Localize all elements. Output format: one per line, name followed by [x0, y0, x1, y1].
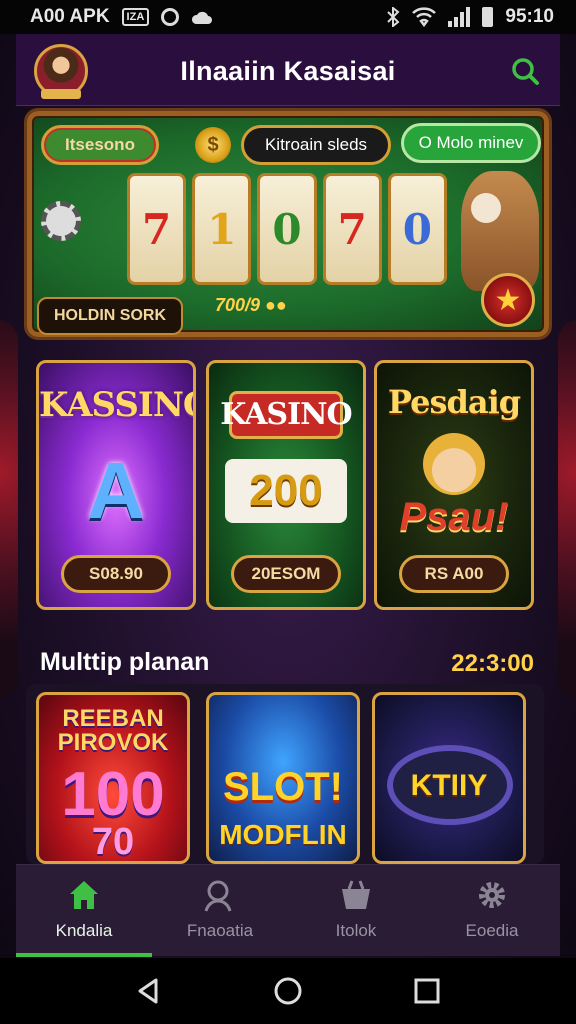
bottom-nav: Kndalia Fnaoatia Itolok Eoedia — [16, 864, 560, 957]
game-value-button[interactable]: 20ESOM — [231, 555, 341, 593]
back-icon[interactable] — [132, 974, 166, 1008]
game-card-pesdaig[interactable]: Pesdaig Psau! RS A00 — [374, 360, 534, 610]
nav-item-shop[interactable]: Itolok — [288, 865, 424, 957]
reel-5: 0 — [387, 173, 448, 285]
nav-item-settings[interactable]: Eoedia — [424, 865, 560, 957]
nav-label: Eoedia — [465, 921, 519, 940]
game-card-reeban[interactable]: REEBAN PIROVOK 100 70 — [36, 692, 190, 864]
recents-icon[interactable] — [410, 974, 444, 1008]
page-title: Ilnaaiin Kasaisai — [180, 56, 396, 86]
hero-pill-center[interactable]: Kitroain sleds — [241, 125, 391, 165]
right-roulette-decor — [558, 320, 576, 700]
game-title: SLOT! — [223, 765, 343, 809]
game-card-ktiiy[interactable]: KTIIY — [372, 692, 526, 864]
reel-symbol: 1 — [207, 204, 237, 254]
avatar-badge — [41, 89, 81, 99]
status-badge: IZA — [121, 8, 150, 26]
game-emblem: Psau! — [399, 495, 509, 539]
game-subtitle: MODFLIN — [219, 819, 347, 850]
coin-icon: $ — [195, 127, 231, 163]
game-title: KTIIY — [410, 769, 488, 802]
status-bar: A00 APK IZA 95:10 — [0, 0, 576, 34]
star-icon[interactable]: ★ — [481, 273, 535, 327]
sync-icon — [161, 8, 180, 26]
reel-symbol: 0 — [272, 204, 302, 254]
multiplayer-row: REEBAN PIROVOK 100 70 SLOT! MODFLIN KTII… — [26, 684, 544, 864]
game-value-button[interactable]: S08.90 — [61, 555, 171, 593]
nav-label: Fnaoatia — [186, 921, 254, 940]
hero-pill-left[interactable]: Itsesono — [41, 125, 159, 165]
nav-label: Itolok — [335, 921, 377, 940]
game-emblem: 200 — [225, 459, 347, 523]
reel-4: 7 — [322, 173, 382, 285]
reel-1: 7 — [127, 173, 187, 285]
game-subtitle: 70 — [91, 821, 135, 863]
nav-item-home[interactable]: Kndalia — [16, 865, 152, 957]
nav-label: Kndalia — [55, 921, 113, 940]
basket-icon — [342, 880, 370, 909]
game-emblem: A — [87, 446, 145, 535]
home-circle-icon[interactable] — [271, 974, 305, 1008]
section-title: Multtip planan — [40, 648, 210, 676]
system-nav-bar — [0, 958, 576, 1024]
game-title: KASINO — [220, 397, 352, 432]
hero-pill-right[interactable]: O Molo minev — [401, 123, 541, 163]
section-timer: 22:3:00 — [451, 650, 534, 677]
reel-symbol: 7 — [337, 204, 367, 254]
game-emblem: 100 — [61, 760, 165, 829]
wifi-icon — [412, 7, 437, 27]
reel-2: 1 — [192, 173, 252, 285]
game-card-kassino[interactable]: KASSINO A S08.90 — [36, 360, 196, 610]
game-card-kasino[interactable]: KASINO 200 20ESOM — [206, 360, 366, 610]
signal-icon — [448, 7, 471, 27]
home-icon — [70, 881, 98, 909]
battery-icon — [482, 7, 494, 27]
game-value-button[interactable]: RS A00 — [399, 555, 509, 593]
reel-3: 0 — [257, 173, 317, 285]
game-card-slot[interactable]: SLOT! MODFLIN — [206, 692, 360, 864]
nav-item-search[interactable]: Fnaoatia — [152, 865, 288, 957]
gear-icon — [479, 882, 505, 908]
game-title: Pesdaig — [387, 383, 521, 421]
left-roulette-decor — [0, 320, 18, 700]
bluetooth-icon — [387, 7, 400, 27]
cloud-icon — [192, 11, 213, 24]
hero-counter: 700/9 ●● — [215, 295, 287, 315]
casino-chip-icon — [41, 201, 81, 241]
app-header: Ilnaaiin Kasaisai — [16, 34, 560, 106]
search-icon[interactable] — [510, 56, 540, 86]
hero-slot-banner[interactable]: Itsesono $ Kitroain sleds O Molo minev 7… — [24, 108, 552, 340]
status-time: 95:10 — [505, 6, 554, 27]
character-portrait — [423, 433, 485, 495]
search-icon — [204, 880, 232, 912]
hold-button[interactable]: HOLDIN SORK — [37, 297, 183, 335]
app-root: A00 APK IZA 95:10 Ilnaaiin Kasaisai Itse… — [0, 0, 576, 1024]
reel-symbol: 7 — [141, 204, 172, 254]
game-title: KASSINO — [39, 385, 196, 425]
status-app-text: A00 APK — [30, 6, 110, 27]
slot-reels: 7 1 0 7 0 — [127, 173, 448, 285]
reel-symbol: 0 — [402, 204, 433, 254]
game-title: REEBAN PIROVOK — [57, 705, 169, 756]
